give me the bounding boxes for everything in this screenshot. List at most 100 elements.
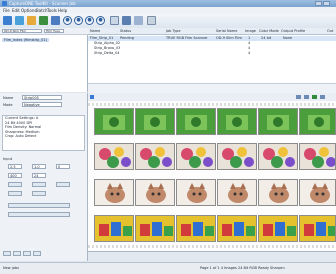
thumbnail-cat-photo[interactable] [258,179,298,206]
nav-next-button[interactable] [13,251,21,256]
toolbar: ● ● ● ● [0,14,336,29]
rotate-circle-icon[interactable]: ● [85,16,94,25]
split-icon[interactable] [134,16,143,25]
nav-prev-button[interactable] [3,251,11,256]
job-grid: Film_Strip_01 Pending TRUE RGB Film Scan… [88,35,336,83]
menu-batch[interactable]: Batch [36,8,48,13]
input-label: Input [3,157,13,161]
status-left: New jobs [3,266,19,270]
film-sprocket [88,103,336,106]
col-output-profile[interactable]: Output Profile [281,29,305,33]
thumbnail-green-photo[interactable] [176,108,216,135]
name-field[interactable]: Strip005 [22,95,62,100]
thumbnail-green-photo[interactable] [217,108,257,135]
table-row[interactable]: Strip_Delta_04 4 [88,51,336,56]
col-out[interactable]: Out [327,29,333,33]
image-icon[interactable] [39,16,48,25]
slider-track[interactable] [8,203,70,208]
thumb-view-icon[interactable] [90,95,94,99]
menu-options[interactable]: Options [21,8,36,13]
thumbnail-flower-photo[interactable] [299,143,336,170]
settings-info-box: Current Settings: A 24 Bit 4000 DPI Film… [2,115,85,151]
thumbnail-green-photo[interactable] [299,108,336,135]
thumbnail-toy-photo[interactable] [258,215,298,242]
fit-icon[interactable] [312,95,317,99]
window-title: CaptureONE ToolKit - Scanner Job [9,1,76,6]
stepper-control[interactable] [56,182,70,187]
nav-first-button[interactable] [23,251,31,256]
app-icon [2,1,7,6]
grid-view-icon[interactable] [320,95,325,99]
input-field[interactable]: 0 [56,164,70,169]
info-line: Crop: Auto Detect [5,134,37,138]
col-serial-name[interactable]: Serial Name [216,29,237,33]
menu-edit[interactable]: Edit [12,8,20,13]
name-label: Name [3,96,14,100]
thumbnail-cat-photo[interactable] [135,179,175,206]
menu-help[interactable]: Help [58,8,67,13]
settings-circle-icon[interactable]: ● [96,16,105,25]
input-field[interactable]: 400 [8,173,22,178]
zoom-in-icon[interactable] [304,95,309,99]
thumbnail-flower-photo[interactable] [94,143,134,170]
thumbnail-cat-photo[interactable] [217,179,257,206]
thumbnail-green-photo[interactable] [258,108,298,135]
stepper-control[interactable] [32,182,46,187]
menu-file[interactable]: File [3,8,10,13]
thumbnail-flower-photo[interactable] [258,143,298,170]
input-field[interactable]: 24 [32,173,46,178]
col-status[interactable]: Status [120,29,131,33]
preview-circle-icon[interactable]: ● [63,16,72,25]
thumbnail-toy-photo[interactable] [94,215,134,242]
thumbnail-toy-photo[interactable] [299,215,336,242]
status-right: Page 1 of 1 4 Images 24 Bit RGB Ready Sh… [200,266,285,270]
thumbnail-cat-photo[interactable] [94,179,134,206]
film-sprocket [88,245,336,248]
thumbnail-grid [88,101,336,251]
mode-select[interactable]: Negative [22,102,62,107]
scanner-select[interactable]: OD-9 Slim Film [2,29,42,33]
maximize-button[interactable] [323,1,330,6]
film-ruler[interactable] [88,251,336,262]
thumbnail-cat-photo[interactable] [176,179,216,206]
thumbnail-toy-photo[interactable] [176,215,216,242]
pages-icon[interactable] [147,16,156,25]
slider-track[interactable] [8,212,70,217]
folder-icon[interactable] [27,16,36,25]
refresh-icon[interactable] [51,16,60,25]
stepper-control[interactable] [8,182,22,187]
stepper-control[interactable] [32,191,46,196]
cell-image: 4 [248,51,251,55]
col-color-mode[interactable]: Color Mode [259,29,279,33]
thumbnail-green-photo[interactable] [94,108,134,135]
tree-root-node[interactable]: Film_Index (filmstrip_01) [2,38,49,42]
film-type-button[interactable]: Film Type [44,29,64,33]
scan-icon[interactable] [3,16,12,25]
col-image[interactable]: Image [245,29,256,33]
thumbnail-toy-photo[interactable] [217,215,257,242]
scanner-toolbar: OD-9 Slim Film Film Type [0,28,88,35]
thumbnail-green-photo[interactable] [135,108,175,135]
thumbnail-cat-photo[interactable] [299,179,336,206]
cell-name: Strip_Delta_04 [94,51,120,55]
stepper-control[interactable] [8,191,22,196]
col-name[interactable]: Name [90,29,100,33]
status-bar: New jobs Page 1 of 1 4 Images 24 Bit RGB… [0,262,336,274]
nav-last-button[interactable] [33,251,41,256]
thumbnail-flower-photo[interactable] [217,143,257,170]
grid-scroll-bar[interactable] [88,83,336,93]
grid-icon[interactable] [15,16,24,25]
input-field[interactable]: 2.5 [8,164,22,169]
minimize-button[interactable] [315,1,322,6]
menu-tools[interactable]: Tools [47,8,57,13]
zoom-out-icon[interactable] [296,95,301,99]
zoom-circle-icon[interactable]: ● [74,16,83,25]
thumbnail-flower-photo[interactable] [176,143,216,170]
thumbnail-flower-photo[interactable] [135,143,175,170]
thumbnail-toy-photo[interactable] [135,215,175,242]
crop-icon[interactable] [110,16,119,25]
frame-icon[interactable] [122,16,131,25]
input-field[interactable]: 1.0 [32,164,46,169]
title-bar: CaptureONE ToolKit - Scanner Job [0,0,336,7]
col-job-type[interactable]: Job Type [166,29,181,33]
